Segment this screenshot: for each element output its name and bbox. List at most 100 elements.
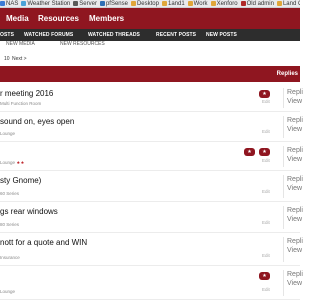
bookmark-item[interactable]: Weather Station (21, 0, 71, 7)
thread-edit-link[interactable]: Edit (262, 99, 270, 104)
bookmark-favicon-icon (130, 0, 136, 6)
thread-replies: Repli (287, 271, 303, 278)
pager-page-number[interactable]: 10 (4, 54, 10, 64)
thread-edit-link[interactable]: Edit (262, 220, 270, 225)
thread-row[interactable]: sound on, eyes open Lounge Edit Repli View (0, 112, 303, 142)
bookmark-item[interactable]: Work (187, 0, 208, 7)
thread-replies: Repli (287, 207, 303, 214)
thread-title[interactable]: nott for a quote and WIN (0, 238, 87, 247)
thread-replies: Repli (287, 117, 303, 124)
bookmark-favicon-icon (187, 0, 193, 6)
stats-divider (283, 88, 284, 108)
thread-views: View (287, 216, 303, 223)
thread-meta: Multi Function Room (0, 101, 41, 106)
thread-title[interactable]: sty Gnome) (0, 176, 41, 185)
nav-tab-media[interactable]: Media (6, 8, 29, 29)
stats-divider (283, 116, 284, 138)
bookmark-favicon-icon (21, 0, 27, 6)
stats-divider (283, 237, 284, 262)
thread-list-header: Replies (0, 66, 300, 82)
thread-meta: Lounge (0, 289, 15, 294)
bookmark-label: NAS (6, 1, 19, 7)
subnav-posts[interactable]: OSTS (0, 29, 14, 41)
thread-forum[interactable]: Multi Function Room (0, 101, 41, 106)
bookmark-item[interactable]: 1and1 (161, 0, 185, 7)
thread-row[interactable]: Lounge ★ Edit Repli View (0, 266, 303, 300)
bookmark-label: Xenforo (216, 1, 238, 7)
bookmark-label: 1and1 (167, 1, 185, 7)
bookmark-item[interactable]: NAS (0, 0, 19, 7)
bookmark-favicon-icon (0, 0, 5, 6)
subnav-recent-posts[interactable]: RECENT POSTS (156, 29, 196, 41)
nav-tab-members[interactable]: Members (89, 8, 124, 29)
thread-row[interactable]: r meeting 2016 Multi Function Room ★ Edit Re… (0, 84, 303, 112)
thread-meta: 60 Series (0, 191, 19, 196)
thread-edit-link[interactable]: Edit (262, 158, 270, 163)
bookmark-favicon-icon (210, 0, 216, 6)
thread-views: View (287, 98, 303, 105)
stats-divider (283, 206, 284, 229)
link-new-media[interactable]: NEW MEDIA (6, 41, 35, 47)
bookmarks-bar: NAS Weather Station Server pfSense Desktop 1a… (0, 0, 300, 8)
thread-views: View (287, 247, 303, 254)
bookmark-item[interactable]: Xenforo (210, 0, 238, 7)
thread-edit-link[interactable]: Edit (262, 253, 270, 258)
thread-views: View (287, 280, 303, 287)
thread-views: View (287, 185, 303, 192)
thread-replies: Repli (287, 147, 303, 154)
thread-row[interactable]: nott for a quote and WIN Insurance Edit Rep… (0, 233, 303, 266)
thread-status-badge-icon: ★ (259, 90, 270, 98)
bookmark-label: Old admin (246, 1, 274, 7)
pager-next-button[interactable]: Next > (12, 54, 27, 64)
link-new-resources[interactable]: NEW RESOURCES (60, 41, 105, 47)
subnav-watched-threads[interactable]: WATCHED THREADS (88, 29, 140, 41)
thread-replies: Repli (287, 89, 303, 96)
thread-views: View (287, 156, 303, 163)
nav-tab-resources[interactable]: Resources (38, 8, 79, 29)
thread-forum[interactable]: Insurance (0, 255, 20, 260)
thread-title[interactable]: r meeting 2016 (0, 89, 53, 98)
bookmark-favicon-icon (240, 0, 246, 6)
thread-forum[interactable]: 60 Series (0, 191, 19, 196)
bookmark-favicon-icon (161, 0, 167, 6)
thread-title[interactable]: gs rear windows (0, 207, 58, 216)
thread-forum[interactable]: Lounge (0, 131, 15, 136)
bookmark-label: Weather Station (27, 1, 71, 7)
stats-divider (283, 146, 284, 167)
bookmark-favicon-icon (99, 0, 105, 6)
thread-row[interactable]: sty Gnome) 60 Series Edit Repli View (0, 171, 303, 202)
stats-divider (283, 270, 284, 296)
thread-edit-link[interactable]: Edit (262, 129, 270, 134)
thread-meta: Lounge ♠ ♠ (0, 160, 24, 166)
main-navigation: Media Resources Members (0, 8, 300, 29)
thread-views: View (287, 126, 303, 133)
thread-meta: Insurance (0, 255, 20, 260)
bookmark-item[interactable]: pfSense (99, 0, 128, 7)
thread-meta: Lounge (0, 131, 15, 136)
bookmark-label: pfSense (105, 1, 128, 7)
thread-status-badge-icon: ★ (244, 148, 255, 156)
bookmark-item[interactable]: Old admin (240, 0, 274, 7)
thread-edit-link[interactable]: Edit (262, 189, 270, 194)
bookmark-label: Work (193, 1, 208, 7)
thread-title[interactable]: sound on, eyes open (0, 117, 74, 126)
bookmark-item[interactable]: Server (73, 0, 97, 7)
thread-row[interactable]: Lounge ♠ ♠ ★ ★ Edit Repli View (0, 142, 303, 171)
subnav-new-posts[interactable]: NEW POSTS (206, 29, 237, 41)
thread-status-badge-icon: ★ (259, 148, 270, 156)
thread-edit-link[interactable]: Edit (262, 287, 270, 292)
thread-row[interactable]: gs rear windows 80 Series Edit Repli View (0, 202, 303, 233)
replies-column-header[interactable]: Replies (277, 66, 298, 82)
sub-navigation: OSTS WATCHED FORUMS WATCHED THREADS RECE… (0, 29, 300, 41)
thread-forum[interactable]: 80 Series (0, 222, 19, 227)
bookmark-favicon-icon (276, 0, 282, 6)
thread-forum[interactable]: Lounge (0, 160, 15, 165)
thread-forum[interactable]: Lounge (0, 289, 15, 294)
bookmark-label: Land Cruiser (282, 1, 300, 7)
thread-replies: Repli (287, 238, 303, 245)
bookmark-item[interactable]: Desktop (130, 0, 159, 7)
subnav-watched-forums[interactable]: WATCHED FORUMS (24, 29, 73, 41)
bookmark-favicon-icon (73, 0, 79, 6)
bookmark-label: Desktop (136, 1, 159, 7)
bookmark-item[interactable]: Land Cruiser (276, 0, 300, 7)
